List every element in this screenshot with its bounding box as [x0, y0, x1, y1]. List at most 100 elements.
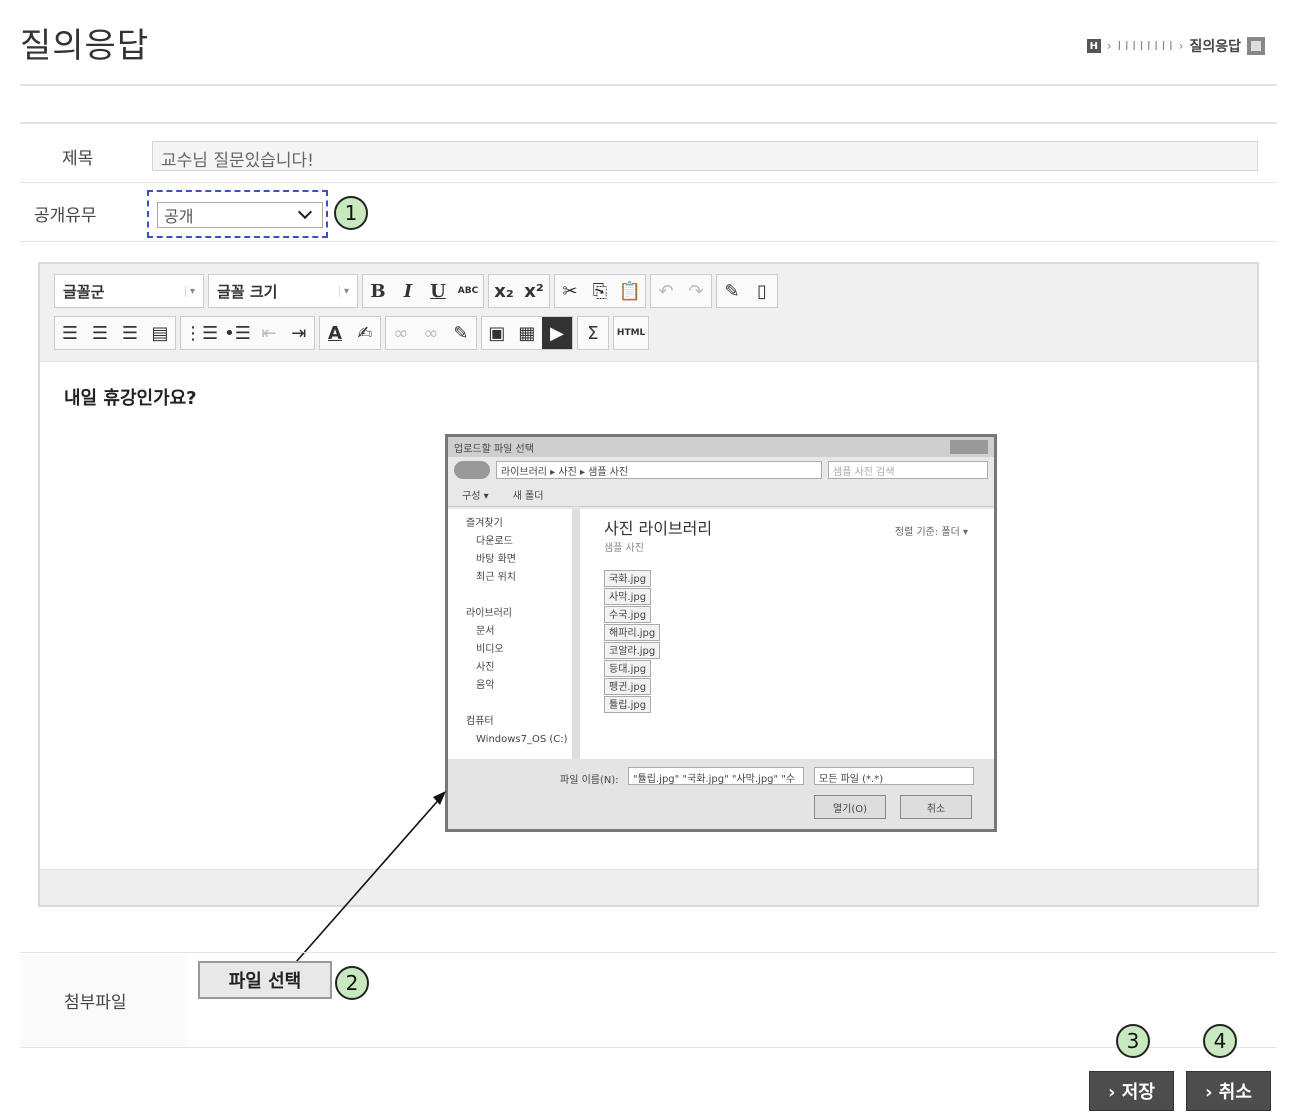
dialog-file-item: 튤립.jpg — [604, 696, 652, 713]
marker-1: 1 — [334, 196, 368, 230]
dialog-file-item: 코알라.jpg — [604, 642, 661, 659]
dialog-nav-item: Windows7_OS (C:) — [476, 734, 568, 745]
breadcrumb-current: 질의응답 — [1189, 39, 1241, 55]
dialog-nav-item: 즐겨찾기 — [466, 518, 503, 529]
editor-body-text[interactable]: 내일 휴강인가요? — [64, 384, 197, 410]
dialog-cancel-button: 취소 — [900, 795, 972, 819]
breadcrumb: H › I I I I I I I I › 질의응답 — [1086, 36, 1265, 56]
dialog-search: 샘플 사진 검색 — [828, 461, 988, 479]
dialog-file-item: 등대.jpg — [604, 660, 652, 677]
window-controls — [950, 440, 988, 454]
sigma-button[interactable]: Σ — [578, 317, 608, 349]
dialog-file-item: 수국.jpg — [604, 606, 652, 623]
cut-icon[interactable]: ✂ — [555, 275, 585, 307]
numbered-list-icon[interactable]: ⋮☰ — [181, 317, 221, 349]
visibility-label: 공개유무 — [34, 206, 97, 226]
play-icon[interactable]: ▶ — [541, 317, 572, 349]
redo-icon[interactable]: ↷ — [681, 275, 711, 307]
divider — [20, 241, 1277, 242]
print-icon[interactable] — [1247, 37, 1265, 55]
dialog-nav-item: 다운로드 — [476, 536, 513, 547]
paste-icon[interactable]: 📋 — [615, 275, 645, 307]
cancel-button[interactable]: › 취소 — [1186, 1071, 1271, 1111]
unlink-icon[interactable]: ∞ — [416, 317, 446, 349]
visibility-select[interactable]: 공개 — [157, 202, 323, 228]
dialog-titlebar: 업로드할 파일 선택 — [448, 437, 994, 457]
divider — [20, 84, 1277, 86]
list-group: ⋮☰ •☰ ⇤ ⇥ — [180, 316, 315, 350]
rich-text-editor: 글꼴군 ▾ 글꼴 크기 ▾ B I U ABC x₂ x² ✂ ⎘ 📋 ↶ ↷ … — [38, 262, 1259, 907]
attach-label: 첨부파일 — [64, 993, 127, 1013]
toolbar-row-2: ☰ ☰ ☰ ▤ ⋮☰ •☰ ⇤ ⇥ A ✍ ∞ ∞ ✎ ▣ ▦ ▶ Σ HTML — [54, 316, 650, 350]
bullet-list-icon[interactable]: •☰ — [221, 317, 254, 349]
subscript-button[interactable]: x₂ — [489, 275, 519, 307]
script-group: x₂ x² — [488, 274, 550, 308]
italic-button[interactable]: I — [393, 275, 423, 307]
align-left-icon[interactable]: ☰ — [55, 317, 85, 349]
edit-icon[interactable]: ✎ — [446, 317, 476, 349]
dialog-path: 라이브러리 ▸ 사진 ▸ 샘플 사진 — [496, 461, 822, 479]
font-family-select[interactable]: 글꼴군 ▾ — [54, 274, 204, 308]
title-input[interactable]: 교수님 질문있습니다! — [152, 141, 1258, 171]
link-icon[interactable]: ∞ — [386, 317, 416, 349]
dialog-nav-item: 라이브러리 — [466, 608, 512, 619]
copy-icon[interactable]: ⎘ — [585, 275, 615, 307]
breadcrumb-separator: › — [1178, 39, 1184, 53]
page-title: 질의응답 — [20, 26, 150, 66]
outdent-icon[interactable]: ⇤ — [254, 317, 284, 349]
format-group: B I U ABC — [362, 274, 484, 308]
html-button[interactable]: HTML — [614, 317, 648, 349]
insert-group: ∞ ∞ ✎ — [384, 316, 477, 350]
file-list: 국화.jpg 사막.jpg 수국.jpg 해파리.jpg 코알라.jpg 등대.jpg 펭귄… — [604, 570, 970, 714]
library-subtitle: 샘플 사진 — [604, 543, 644, 554]
dialog-nav-item: 최근 위치 — [476, 572, 516, 583]
superscript-button[interactable]: x² — [519, 275, 549, 307]
toolbar-row-1: 글꼴군 ▾ 글꼴 크기 ▾ B I U ABC x₂ x² ✂ ⎘ 📋 ↶ ↷ … — [54, 274, 778, 308]
align-right-icon[interactable]: ☰ — [115, 317, 145, 349]
dialog-nav-item — [466, 587, 572, 605]
marker-3: 3 — [1116, 1024, 1150, 1058]
font-size-select[interactable]: 글꼴 크기 ▾ — [208, 274, 358, 308]
dialog-nav-item: 컴퓨터 — [466, 716, 494, 727]
organize-menu: 구성 ▾ — [462, 491, 489, 502]
bold-button[interactable]: B — [363, 275, 393, 307]
breadcrumb-path[interactable]: I I I I I I I I — [1118, 39, 1173, 53]
divider — [20, 182, 1277, 183]
new-document-icon[interactable]: ▯ — [747, 275, 777, 307]
qa-write-page: 질의응답 H › I I I I I I I I › 질의응답 제목 교수님 질… — [0, 0, 1291, 1118]
editor-status-bar — [40, 869, 1257, 905]
sort-label: 정렬 기준: 폴더 ▾ — [894, 527, 968, 538]
font-color-button[interactable]: A — [320, 317, 350, 349]
breadcrumb-separator: › — [1106, 39, 1112, 53]
dialog-nav-item: 문서 — [476, 626, 495, 637]
dialog-command-bar: 구성 ▾ 새 폴더 — [448, 483, 994, 507]
filename-label: 파일 이름(N): — [560, 775, 619, 786]
dialog-file-item: 해파리.jpg — [604, 624, 661, 641]
dialog-nav-item: 비디오 — [476, 644, 504, 655]
eraser-icon[interactable]: ✎ — [717, 275, 747, 307]
undo-icon[interactable]: ↶ — [651, 275, 681, 307]
media-group: ▣ ▦ ▶ — [480, 316, 573, 350]
strikethrough-button[interactable]: ABC — [453, 275, 483, 307]
file-select-button[interactable]: 파일 선택 — [198, 961, 332, 999]
align-justify-icon[interactable]: ▤ — [145, 317, 175, 349]
table-icon[interactable]: ▦ — [512, 317, 542, 349]
save-button[interactable]: › 저장 — [1089, 1071, 1174, 1111]
dialog-nav-item: 음악 — [476, 680, 495, 691]
home-icon[interactable]: H — [1086, 39, 1101, 53]
dialog-nav-item — [466, 695, 572, 713]
title-label: 제목 — [62, 149, 94, 169]
underline-button[interactable]: U — [423, 275, 453, 307]
clean-group: ✎ ▯ — [716, 274, 778, 308]
align-center-icon[interactable]: ☰ — [85, 317, 115, 349]
highlight-color-icon[interactable]: ✍ — [350, 317, 380, 349]
divider — [20, 122, 1277, 124]
history-group: ↶ ↷ — [650, 274, 712, 308]
divider — [20, 1047, 1277, 1048]
new-folder-button: 새 폴더 — [512, 491, 544, 502]
dialog-footer: 파일 이름(N): "튤립.jpg" "국화.jpg" "사막.jpg" "수 … — [448, 759, 994, 829]
indent-icon[interactable]: ⇥ — [284, 317, 314, 349]
editor-toolbar: 글꼴군 ▾ 글꼴 크기 ▾ B I U ABC x₂ x² ✂ ⎘ 📋 ↶ ↷ … — [40, 264, 1257, 362]
image-icon[interactable]: ▣ — [482, 317, 512, 349]
chevron-down-icon: ▾ — [184, 285, 195, 297]
